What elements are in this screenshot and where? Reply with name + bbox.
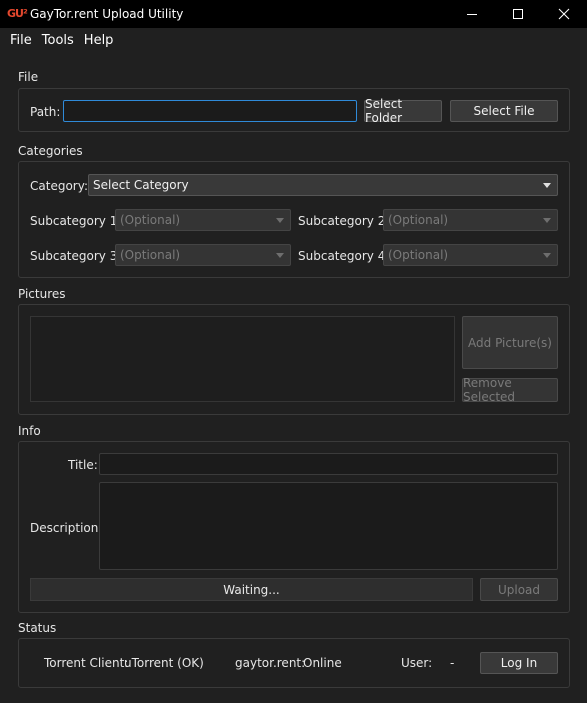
- category-select[interactable]: Select Category: [88, 174, 558, 196]
- info-group: Title: Description: Waiting... Upload: [18, 441, 570, 613]
- select-file-button[interactable]: Select File: [450, 100, 558, 122]
- subcategory-1-value: (Optional): [120, 213, 181, 227]
- remove-selected-button[interactable]: Remove Selected: [462, 376, 558, 404]
- subcategory-2-label: Subcategory 2:: [298, 214, 390, 228]
- subcategory-2-select[interactable]: (Optional): [383, 209, 558, 231]
- app-icon: GU²: [7, 7, 28, 20]
- file-section-label: File: [18, 70, 39, 84]
- user-label: User:: [401, 656, 433, 670]
- torrent-client-value: uTorrent (OK): [124, 656, 204, 670]
- minimize-icon: [467, 14, 477, 15]
- maximize-button[interactable]: [495, 0, 541, 28]
- subcategory-1-select[interactable]: (Optional): [115, 209, 291, 231]
- torrent-client-label: Torrent Client:: [44, 656, 129, 670]
- upload-progress-bar: Waiting...: [30, 578, 473, 601]
- pictures-section-label: Pictures: [18, 287, 66, 301]
- menu-tools[interactable]: Tools: [37, 33, 79, 48]
- subcategory-3-value: (Optional): [120, 248, 181, 262]
- pictures-list[interactable]: [30, 316, 455, 402]
- upload-button[interactable]: Upload: [480, 578, 558, 601]
- description-textarea[interactable]: [99, 482, 558, 570]
- info-section-label: Info: [18, 424, 41, 438]
- window-title: GayTor.rent Upload Utility: [30, 7, 184, 21]
- subcategory-2-value: (Optional): [388, 213, 449, 227]
- menu-file[interactable]: File: [5, 33, 37, 48]
- chevron-down-icon: [276, 218, 284, 223]
- subcategory-3-label: Subcategory 3:: [30, 249, 122, 263]
- site-status-value: Online: [303, 656, 342, 670]
- subcategory-4-label: Subcategory 4:: [298, 249, 390, 263]
- chevron-down-icon: [543, 218, 551, 223]
- categories-section-label: Categories: [18, 144, 83, 158]
- log-in-button[interactable]: Log In: [480, 652, 558, 674]
- close-button[interactable]: [541, 0, 587, 28]
- description-label: Description:: [30, 521, 103, 535]
- chevron-down-icon: [543, 253, 551, 258]
- title-label: Title:: [68, 458, 98, 472]
- minimize-button[interactable]: [449, 0, 495, 28]
- path-input[interactable]: [63, 100, 357, 122]
- categories-group: Category: Select Category Subcategory 1:…: [18, 161, 570, 278]
- add-pictures-button[interactable]: Add Picture(s): [462, 316, 558, 369]
- chevron-down-icon: [543, 183, 551, 188]
- subcategory-3-select[interactable]: (Optional): [115, 244, 291, 266]
- pictures-group: Add Picture(s) Remove Selected: [18, 304, 570, 415]
- menu-help[interactable]: Help: [79, 33, 119, 48]
- subcategory-4-value: (Optional): [388, 248, 449, 262]
- file-group: Path: Select Folder Select File: [18, 88, 570, 132]
- user-value: -: [450, 656, 455, 670]
- title-input[interactable]: [99, 453, 558, 475]
- menu-bar: File Tools Help: [0, 29, 118, 51]
- site-label: gaytor.rent:: [235, 656, 306, 670]
- select-folder-button[interactable]: Select Folder: [364, 97, 442, 125]
- category-select-value: Select Category: [93, 178, 189, 192]
- maximize-icon: [513, 9, 523, 19]
- status-group: Torrent Client: uTorrent (OK) gaytor.ren…: [18, 638, 570, 688]
- subcategory-1-label: Subcategory 1:: [30, 214, 122, 228]
- category-label: Category:: [30, 179, 88, 193]
- status-section-label: Status: [18, 621, 57, 635]
- subcategory-4-select[interactable]: (Optional): [383, 244, 558, 266]
- title-bar: GU² GayTor.rent Upload Utility: [0, 0, 587, 28]
- close-icon: [558, 8, 570, 20]
- path-label: Path:: [30, 105, 61, 119]
- chevron-down-icon: [276, 253, 284, 258]
